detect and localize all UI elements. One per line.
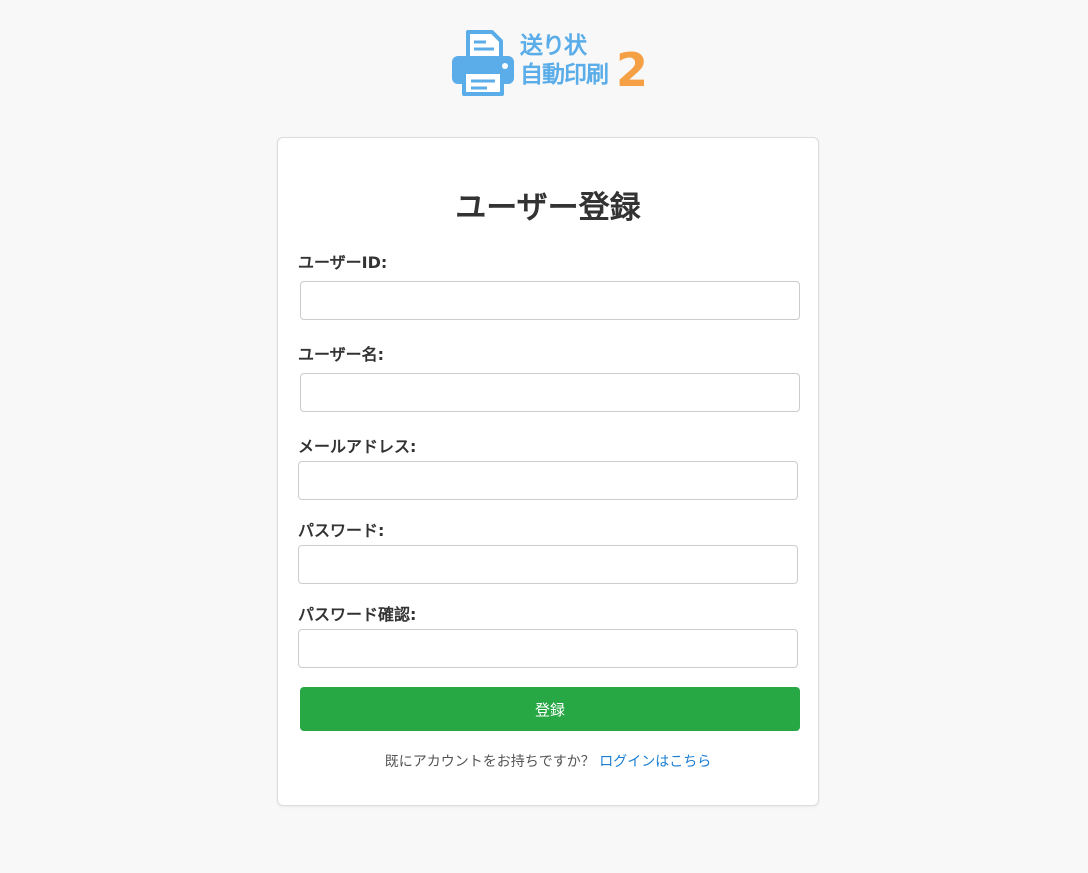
user-id-label: ユーザーID: <box>298 253 388 272</box>
login-link[interactable]: ログインはこちら <box>599 754 711 770</box>
printer-icon <box>452 30 514 96</box>
user-id-input[interactable] <box>300 281 800 320</box>
password-input[interactable] <box>298 545 798 584</box>
login-prompt: 既にアカウントをお持ちですか？ ログインはこちら <box>278 751 818 771</box>
registration-card: ユーザー登録 ユーザーID: ユーザー名: メールアドレス: パスワード: パス… <box>277 137 819 806</box>
password-confirm-input[interactable] <box>298 629 798 668</box>
brand-line-1: 送り状 <box>520 33 587 59</box>
login-prompt-text: 既にアカウントをお持ちですか？ <box>384 754 595 770</box>
brand-line-2: 自動印刷 <box>520 62 609 88</box>
email-input[interactable] <box>298 461 798 500</box>
password-label: パスワード: <box>298 521 385 540</box>
brand-version: 2 <box>616 43 649 97</box>
username-label: ユーザー名: <box>298 345 385 364</box>
app-logo: 送り状 自動印刷 2 <box>450 30 650 98</box>
brand-name: 送り状 自動印刷 <box>520 32 609 90</box>
page-title: ユーザー登録 <box>455 190 641 226</box>
username-input[interactable] <box>300 373 800 412</box>
email-label: メールアドレス: <box>298 437 417 456</box>
password-confirm-label: パスワード確認: <box>298 605 417 624</box>
register-button[interactable]: 登録 <box>300 687 800 731</box>
